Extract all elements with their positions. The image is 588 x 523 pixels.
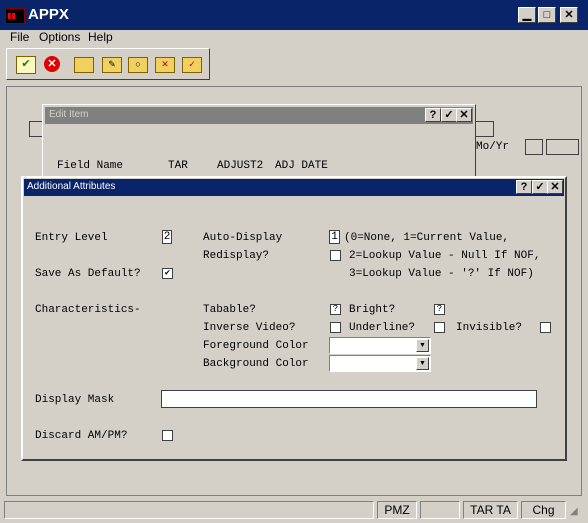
discard-ampm-checkbox[interactable] — [162, 430, 173, 441]
menu-file[interactable]: File — [10, 30, 29, 44]
close-button[interactable]: ✕ — [560, 7, 578, 23]
display-mask-input[interactable] — [161, 390, 537, 408]
redisplay-label: Redisplay? — [203, 250, 270, 262]
edit-item-help-button[interactable]: ? — [425, 108, 441, 122]
invisible-label: Invisible? — [456, 322, 523, 334]
characteristics-label: Characteristics- — [35, 304, 141, 316]
edit-item-titlebar — [45, 107, 473, 124]
chevron-down-icon[interactable]: ▼ — [416, 339, 429, 352]
bright-checkbox[interactable]: ? — [434, 304, 445, 315]
underline-label: Underline? — [349, 322, 416, 334]
edit-item-ok-button[interactable]: ✓ — [441, 108, 457, 122]
auto-display-hint-2: 2=Lookup Value - Null If NOF, — [349, 250, 541, 262]
tabable-label: Tabable? — [203, 304, 256, 316]
background-color-label: Background Color — [203, 358, 309, 370]
minimize-button[interactable]: ▁ — [518, 7, 536, 23]
mark-folder-icon[interactable]: ✓ — [182, 57, 202, 73]
ok-toolbar-icon[interactable]: ✔ — [16, 56, 36, 74]
tabable-checkbox[interactable]: ? — [330, 304, 341, 315]
inverse-video-label: Inverse Video? — [203, 322, 296, 334]
chevron-down-icon[interactable]: ▼ — [416, 357, 429, 370]
discard-ampm-label: Discard AM/PM? — [35, 430, 128, 442]
display-mask-label: Display Mask — [35, 394, 115, 406]
tar-header: TAR — [168, 160, 188, 172]
window-title: APPX — [28, 6, 69, 23]
entry-level-field[interactable]: 2 — [162, 230, 172, 244]
edit-item-title: Edit Item — [49, 109, 89, 120]
field-name-header: Field Name — [57, 160, 124, 172]
background-field — [546, 139, 579, 155]
auto-display-label: Auto-Display — [203, 232, 283, 244]
save-default-checkbox[interactable]: ✔ — [162, 268, 173, 279]
dialog-title: Additional Attributes — [27, 181, 116, 192]
menu-help[interactable]: Help — [88, 30, 113, 44]
redisplay-checkbox[interactable] — [330, 250, 341, 261]
adjust2-header: ADJUST2 — [217, 160, 264, 172]
auto-display-hint-3: 3=Lookup Value - '?' If NOF) — [349, 268, 534, 280]
search-folder-icon[interactable]: ○ — [128, 57, 148, 73]
resize-grip-icon[interactable]: ◢ — [570, 505, 584, 519]
edit-item-close-button[interactable]: ✕ — [456, 108, 472, 122]
invisible-checkbox[interactable] — [540, 322, 551, 333]
status-cell-main — [4, 501, 374, 519]
background-field — [475, 121, 494, 137]
background-field — [525, 139, 543, 155]
mo-yr-label: Mo/Yr — [476, 141, 510, 153]
menu-options[interactable]: Options — [39, 30, 80, 44]
entry-level-label: Entry Level — [35, 232, 108, 244]
status-chg: Chg — [521, 501, 566, 519]
cancel-toolbar-icon[interactable]: ✕ — [44, 56, 60, 72]
status-empty — [420, 501, 460, 519]
new-folder-icon[interactable] — [74, 57, 94, 73]
underline-checkbox[interactable] — [434, 322, 445, 333]
adj-date-header: ADJ DATE — [275, 160, 328, 172]
delete-folder-icon[interactable]: ✕ — [155, 57, 175, 73]
dialog-help-button[interactable]: ? — [516, 180, 532, 194]
auto-display-field[interactable]: 1 — [329, 230, 340, 244]
status-tar: TAR TA — [463, 501, 518, 519]
maximize-button[interactable]: □ — [538, 7, 556, 23]
app-logo-icon: ▮▮ — [5, 8, 25, 24]
window-titlebar — [0, 0, 588, 30]
auto-display-hint-1: (0=None, 1=Current Value, — [344, 232, 510, 244]
foreground-color-label: Foreground Color — [203, 340, 309, 352]
foreground-color-select[interactable]: ▼ — [329, 337, 431, 354]
dialog-close-button[interactable]: ✕ — [547, 180, 563, 194]
dialog-ok-button[interactable]: ✓ — [532, 180, 548, 194]
bright-label: Bright? — [349, 304, 396, 316]
background-color-select[interactable]: ▼ — [329, 355, 431, 372]
inverse-video-checkbox[interactable] — [330, 322, 341, 333]
edit-folder-icon[interactable]: ✎ — [102, 57, 122, 73]
additional-attributes-dialog — [21, 176, 567, 461]
save-default-label: Save As Default? — [35, 268, 141, 280]
status-pmz: PMZ — [377, 501, 417, 519]
